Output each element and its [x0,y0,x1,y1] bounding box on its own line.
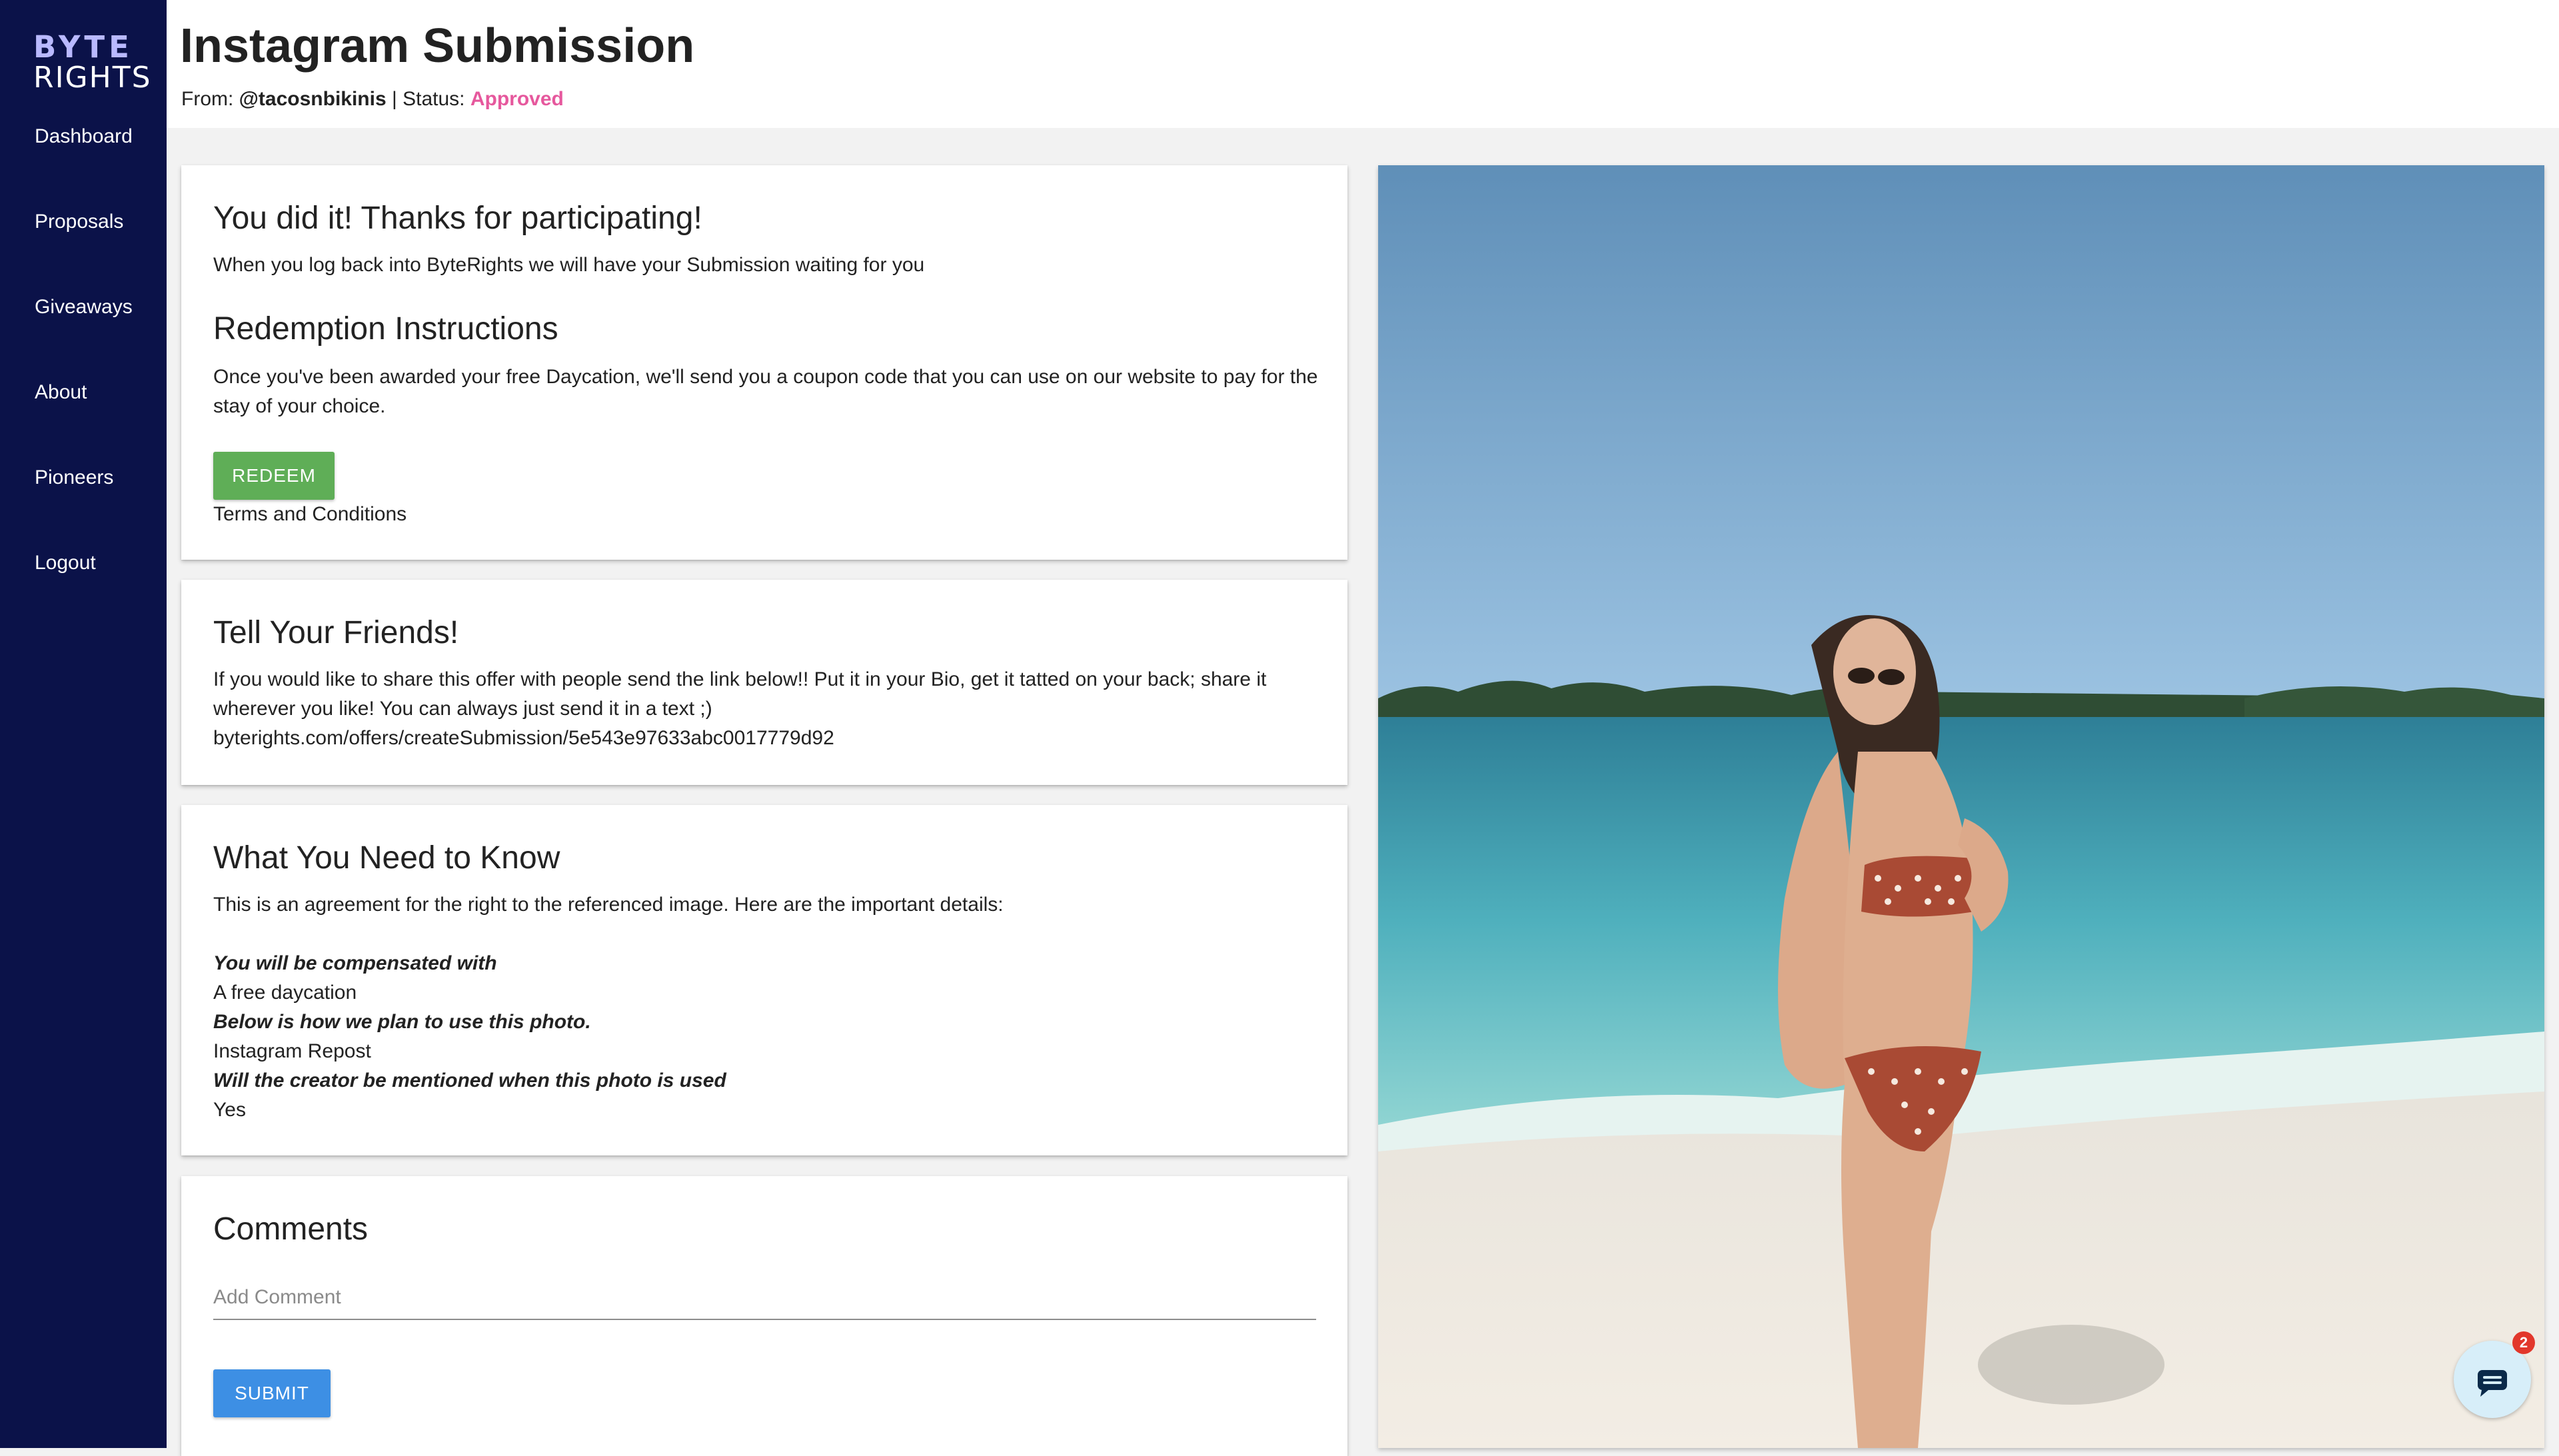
terms-link[interactable]: Terms and Conditions [213,500,407,529]
comment-input[interactable] [213,1276,1316,1320]
sidebar-item-about[interactable]: About [35,381,87,404]
share-card: Tell Your Friends! If you would like to … [181,580,1347,785]
share-link[interactable]: byterights.com/offers/createSubmission/5… [213,724,834,753]
thanks-heading: You did it! Thanks for participating! [213,201,702,236]
agreement-intro: This is an agreement for the right to th… [213,894,1004,916]
sidebar-item-logout[interactable]: Logout [35,552,96,574]
status-badge: Approved [470,88,564,110]
agreement-heading: What You Need to Know [213,840,560,876]
share-heading: Tell Your Friends! [213,615,459,650]
beach-photo-image [1378,165,2544,1448]
logo-top-text: BYTE [33,29,133,65]
comments-heading: Comments [213,1211,369,1247]
creator-handle: @tacosnbikinis [239,88,387,110]
agreement-card: What You Need to Know This is an agreeme… [181,805,1347,1155]
logo-bottom-text: RIGHTS [33,61,152,95]
submit-button[interactable]: SUBMIT [213,1369,331,1417]
thanks-card: You did it! Thanks for participating! Wh… [181,165,1347,560]
page-header: Instagram Submission From: @tacosnbikini… [167,0,2559,128]
byterights-logo[interactable]: BYTE RIGHTS [33,29,152,95]
redeem-button[interactable]: REDEEM [213,452,335,500]
usage-label: Below is how we plan to use this photo. [213,1011,591,1033]
sidebar-item-dashboard[interactable]: Dashboard [35,125,133,148]
chat-notification-badge: 2 [2512,1331,2535,1354]
sidebar-item-giveaways[interactable]: Giveaways [35,296,133,319]
sidebar: BYTE RIGHTS Dashboard Proposals Giveaway… [0,0,167,1448]
sidebar-item-pioneers[interactable]: Pioneers [35,466,113,489]
compensation-value: A free daycation [213,982,357,1004]
from-label: From: [181,88,234,110]
redemption-heading: Redemption Instructions [213,311,558,347]
compensation-label: You will be compensated with [213,952,497,974]
submission-photo [1378,165,2544,1448]
status-label: | Status: [392,88,465,110]
redemption-text: Once you've been awarded your free Dayca… [213,366,1318,417]
submission-meta: From: @tacosnbikinis | Status: Approved [181,88,564,111]
comments-card: Comments SUBMIT [181,1176,1347,1456]
mention-label: Will the creator be mentioned when this … [213,1070,726,1092]
sidebar-item-proposals[interactable]: Proposals [35,211,123,233]
share-text: If you would like to share this offer wi… [213,668,1267,720]
usage-value: Instagram Repost [213,1040,371,1062]
mention-value: Yes [213,1099,246,1121]
page-title: Instagram Submission [180,19,695,73]
thanks-text: When you log back into ByteRights we wil… [213,254,925,276]
